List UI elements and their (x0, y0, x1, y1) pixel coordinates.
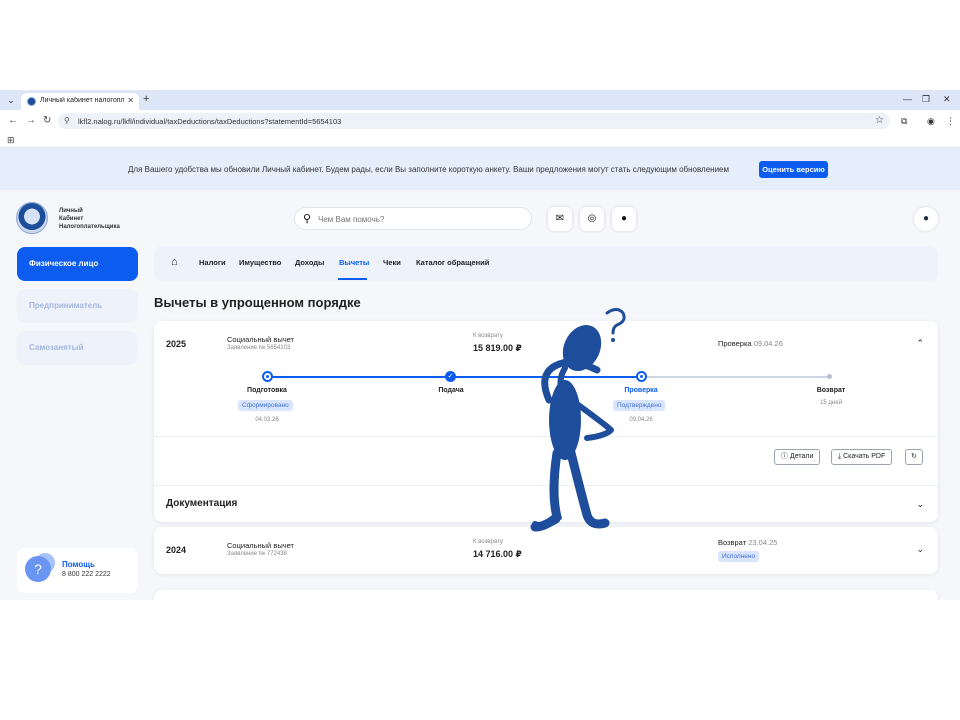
deduction-card-next (154, 590, 938, 600)
collapse-chevron-icon[interactable]: ⌃ (916, 338, 924, 349)
deduction-year: 2025 (166, 339, 187, 349)
status-text: Проверка 09.04.26 (718, 339, 783, 348)
page-title: Вычеты в упрощенном порядке (154, 295, 361, 310)
apps-grid-icon[interactable]: ⊞ (7, 135, 15, 146)
info-icon: ⓘ (781, 453, 788, 460)
extensions-icon[interactable]: ⧉ (901, 116, 907, 127)
active-tab-underline (338, 278, 367, 280)
thinking-figure-illustration (530, 308, 626, 532)
user-icon[interactable]: ● (914, 207, 938, 231)
hide-eye-icon[interactable]: ◎ (580, 207, 604, 231)
status-label: Проверка (718, 339, 752, 348)
download-pdf-button[interactable]: ⤓ Скачать PDF (831, 449, 893, 465)
help-phone: 8 800 222 2222 (62, 571, 111, 578)
help-widget[interactable]: ? Помощь 8 800 222 2222 (17, 548, 138, 593)
sidebar-item-selfemployed[interactable]: Самозанятый (17, 331, 138, 365)
tab-title: Личный кабинет налогопла (40, 97, 124, 104)
browser-tab[interactable]: Личный кабинет налогопла ✕ (21, 93, 139, 110)
deduction-kind: Социальный вычет (227, 335, 294, 344)
details-button[interactable]: ⓘ Детали (774, 449, 821, 465)
tab-close-icon[interactable]: ✕ (127, 96, 134, 105)
tab-strip: ⌄ Личный кабинет налогопла ✕ + — ❐ ✕ (0, 90, 960, 110)
forward-icon[interactable]: → (26, 115, 36, 126)
new-tab-icon[interactable]: + (143, 93, 149, 105)
details-label: Детали (789, 453, 814, 460)
favicon-icon (27, 97, 36, 106)
minimize-icon[interactable]: — (903, 94, 912, 104)
back-icon[interactable]: ← (8, 115, 18, 126)
search-box[interactable]: ⚲ (294, 207, 532, 230)
return-value: 14 716.00 ₽ (473, 549, 522, 559)
status-date: 09.04.26 (753, 339, 783, 348)
help-title: Помощь (62, 560, 95, 569)
status-badge: Исполнено (718, 551, 760, 562)
timeline-remaining (641, 376, 829, 378)
restore-icon[interactable]: ❐ (922, 94, 930, 105)
search-input[interactable] (318, 213, 518, 225)
status-date: 23.04.25 (748, 538, 778, 547)
reload-icon[interactable]: ↻ (43, 115, 51, 126)
tab-search-icon[interactable]: ⌄ (5, 94, 17, 106)
documentation-title: Документация (166, 498, 238, 509)
expand-chevron-icon[interactable]: ⌄ (916, 544, 924, 555)
menu-icon[interactable]: ⋮ (946, 116, 955, 127)
deduction-kind: Социальный вычет (227, 541, 294, 550)
download-icon: ⤓ (838, 453, 842, 460)
bookmarks-bar: ⊞ (0, 132, 960, 148)
timeline-node-refund (827, 374, 832, 379)
refresh-button[interactable]: ↻ (905, 449, 923, 465)
check-icon: ✓ (445, 371, 456, 382)
profile-icon[interactable]: ◉ (927, 116, 935, 127)
update-banner: Для Вашего удобства мы обновили Личный к… (0, 148, 960, 190)
home-icon[interactable]: ⌂ (171, 256, 178, 268)
stage-submit: Подача (438, 387, 464, 394)
question-icon: ? (25, 556, 51, 582)
sidebar-item-individual[interactable]: Физическое лицо (17, 247, 138, 281)
close-window-icon[interactable]: ✕ (943, 94, 951, 105)
address-bar: ← → ↻ ⚲ lkfl2.nalog.ru/lkfl/individual/t… (0, 110, 960, 132)
banner-text: Для Вашего удобства мы обновили Личный к… (128, 165, 730, 174)
stage-refund: Возврат (816, 387, 846, 394)
timeline-node-prep (262, 371, 273, 382)
refresh-icon: ↻ (911, 453, 917, 460)
status-text: Возврат 23.04.25 (718, 538, 777, 547)
nav-property[interactable]: Имущество (239, 258, 281, 267)
nav-taxes[interactable]: Налоги (199, 258, 226, 267)
return-label: К возврату (473, 333, 503, 339)
logo-line: Кабинет (59, 216, 84, 222)
download-label: Скачать PDF (843, 453, 886, 460)
browser-window: ⌄ Личный кабинет налогопла ✕ + — ❐ ✕ ← →… (0, 90, 960, 600)
bookmark-star-icon[interactable]: ☆ (875, 115, 884, 126)
logo-line: Налогоплательщика (59, 224, 120, 230)
statement-number: Заявление № 772438 (227, 551, 287, 557)
statement-number: Заявление № 5654103 (227, 345, 291, 351)
main-nav: ⌂ Налоги Имущество Доходы Вычеты Чеки Ка… (154, 246, 938, 281)
nav-income[interactable]: Доходы (295, 258, 324, 267)
status-label: Возврат (718, 538, 747, 547)
expand-chevron-icon[interactable]: ⌄ (916, 499, 924, 510)
rate-version-button[interactable]: Оценить версию (759, 161, 828, 178)
nav-deductions[interactable]: Вычеты (339, 258, 369, 267)
stage-refund-note: 15 дней (820, 400, 842, 406)
sidebar-item-entrepreneur[interactable]: Предприниматель (17, 289, 138, 323)
deduction-year: 2024 (166, 545, 187, 555)
lightbulb-icon[interactable]: ● (612, 207, 636, 231)
fns-logo[interactable] (16, 202, 48, 234)
stage-prep-date: 04.03.26 (255, 417, 279, 423)
return-value: 15 819.00 ₽ (473, 343, 522, 353)
site-info-icon[interactable]: ⚲ (64, 116, 70, 125)
nav-receipts[interactable]: Чеки (383, 258, 401, 267)
stage-prep: Подготовка (247, 387, 287, 394)
mail-icon[interactable]: ✉ (548, 207, 572, 231)
return-label: К возврату (473, 539, 503, 545)
search-icon: ⚲ (303, 213, 312, 225)
nav-requests-catalog[interactable]: Каталог обращений (416, 258, 489, 267)
logo-text: Личный Кабинет Налогоплательщика (59, 207, 120, 231)
url-text: lkfl2.nalog.ru/lkfl/individual/taxDeduct… (78, 117, 342, 126)
logo-line: Личный (59, 208, 83, 214)
stage-prep-badge: Сформировано (238, 400, 293, 411)
url-field[interactable]: ⚲ lkfl2.nalog.ru/lkfl/individual/taxDedu… (58, 113, 890, 129)
